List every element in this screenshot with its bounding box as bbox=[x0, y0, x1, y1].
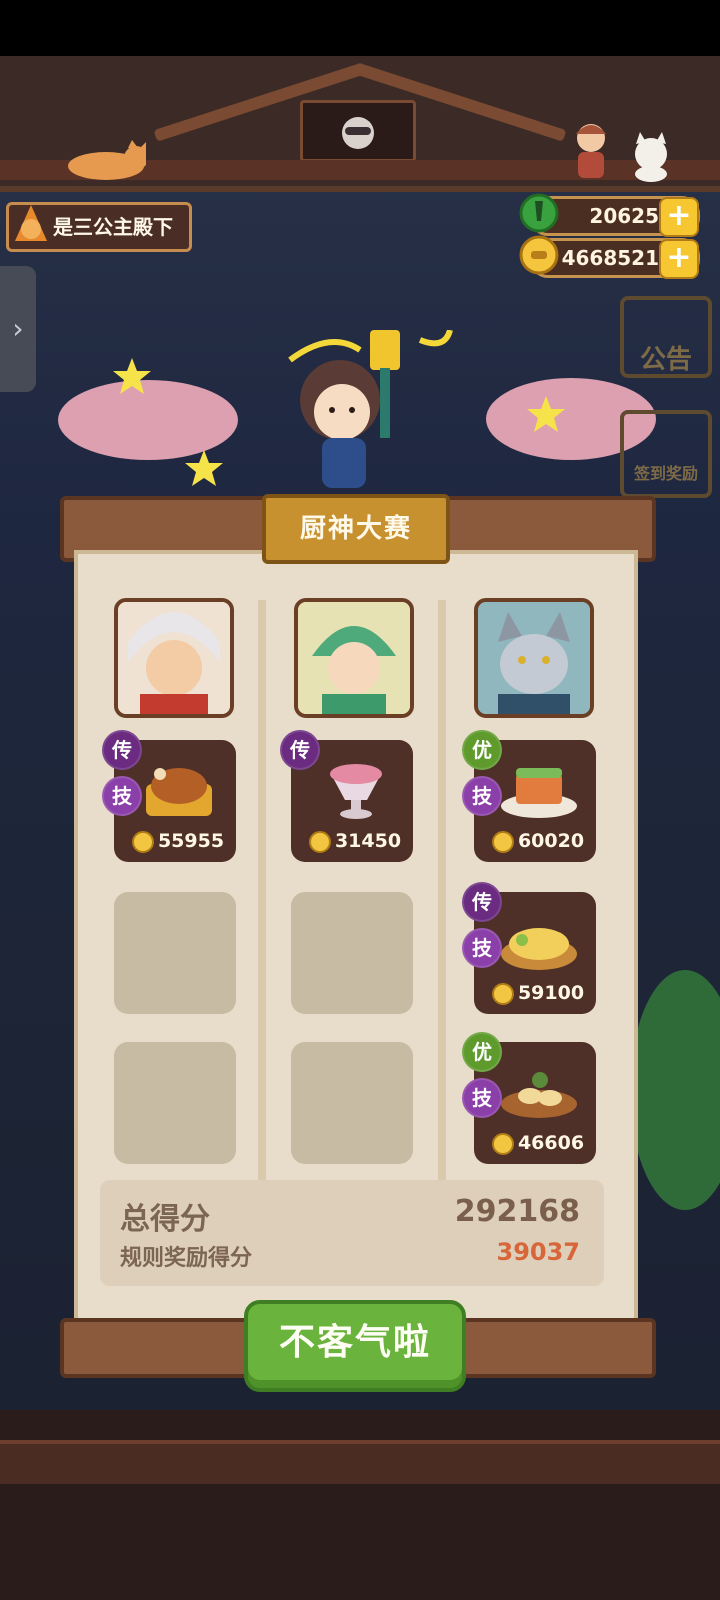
dish-score-value: 46606 bbox=[517, 1132, 585, 1154]
star-icon bbox=[526, 394, 566, 434]
coin-icon bbox=[131, 830, 154, 853]
coin-icon bbox=[308, 830, 331, 853]
empty-dish-slot[interactable] bbox=[114, 892, 236, 1014]
column-divider bbox=[258, 600, 266, 1180]
star-icon bbox=[184, 448, 224, 488]
skill-badge: 技 bbox=[462, 776, 502, 816]
wolf-captain-chef-portrait[interactable] bbox=[474, 598, 594, 718]
chef-figure-icon bbox=[566, 120, 616, 180]
total-score-value: 292168 bbox=[454, 1194, 580, 1229]
status-bar-area bbox=[0, 0, 720, 56]
dessert-cup-dish-icon bbox=[313, 754, 399, 824]
fox-avatar-icon bbox=[11, 201, 51, 249]
coin-icon bbox=[491, 982, 514, 1005]
white-haired-chef-portrait[interactable] bbox=[114, 598, 234, 718]
rarity-badge: 传 bbox=[102, 730, 142, 770]
signin-reward-label: 签到奖励 bbox=[633, 464, 698, 483]
green-robed-chef-portrait[interactable] bbox=[294, 598, 414, 718]
side-menu-tab[interactable]: › bbox=[0, 266, 36, 392]
cat-icon bbox=[56, 138, 148, 180]
rarity-badge: 优 bbox=[462, 730, 502, 770]
skill-badge: 技 bbox=[462, 1078, 502, 1118]
empty-dish-slot[interactable] bbox=[291, 892, 413, 1014]
total-score-label: 总得分 bbox=[120, 1202, 210, 1237]
player-name-badge[interactable]: 是三公主殿下 bbox=[6, 202, 192, 252]
layered-cake-dish-icon bbox=[496, 754, 582, 824]
bonus-score-value: 39037 bbox=[496, 1238, 581, 1266]
rarity-badge: 优 bbox=[462, 1032, 502, 1072]
gem-count: 20625 bbox=[589, 204, 659, 228]
coin-icon bbox=[491, 830, 514, 853]
add-gems-button[interactable]: + bbox=[659, 197, 699, 237]
chevron-right-icon: › bbox=[12, 312, 24, 345]
gold-coin-icon bbox=[517, 233, 561, 277]
coin-icon bbox=[491, 1132, 514, 1155]
roast-chicken-dish-icon bbox=[136, 754, 222, 824]
empty-dish-slot[interactable] bbox=[291, 1042, 413, 1164]
dish-score-value: 60020 bbox=[517, 830, 585, 852]
add-coins-button[interactable]: + bbox=[659, 239, 699, 279]
coin-counter: 4668521 + bbox=[519, 235, 700, 279]
floor-trim bbox=[0, 1440, 720, 1484]
dish-score-value: 59100 bbox=[517, 982, 585, 1004]
rarity-badge: 传 bbox=[280, 730, 320, 770]
dish-score: 60020 bbox=[488, 828, 588, 854]
notice-sign[interactable]: 公告 bbox=[620, 296, 712, 378]
dumpling-platter-dish-icon bbox=[496, 1056, 582, 1126]
dish-score: 46606 bbox=[488, 1130, 588, 1156]
white-cat-icon bbox=[628, 132, 674, 182]
green-gem-icon bbox=[517, 191, 561, 235]
confirm-button[interactable]: 不客气啦 bbox=[244, 1300, 466, 1392]
dish-score-value: 31450 bbox=[334, 830, 402, 852]
dish-score: 31450 bbox=[305, 828, 405, 854]
raccoon-sign-icon bbox=[300, 100, 416, 162]
dish-score: 59100 bbox=[488, 980, 588, 1006]
dish-score: 55955 bbox=[128, 828, 228, 854]
skill-badge: 技 bbox=[462, 928, 502, 968]
notice-label: 公告 bbox=[639, 345, 692, 375]
floor bbox=[0, 1410, 720, 1600]
column-divider bbox=[438, 600, 446, 1180]
empty-dish-slot[interactable] bbox=[114, 1042, 236, 1164]
golden-noodle-dish-icon bbox=[496, 906, 582, 976]
rarity-badge: 传 bbox=[462, 882, 502, 922]
player-name: 是三公主殿下 bbox=[53, 215, 173, 239]
signin-reward-sign[interactable]: 签到奖励 bbox=[620, 410, 712, 498]
dish-score-value: 55955 bbox=[157, 830, 225, 852]
skill-badge: 技 bbox=[102, 776, 142, 816]
star-icon bbox=[112, 356, 152, 396]
trophy-chef-character bbox=[270, 329, 460, 500]
gem-counter: 20625 + bbox=[519, 193, 700, 237]
score-summary: 总得分 292168 规则奖励得分 39037 bbox=[100, 1180, 604, 1286]
bonus-score-label: 规则奖励得分 bbox=[120, 1246, 253, 1271]
panel-title: 厨神大赛 bbox=[262, 494, 450, 564]
coin-count: 4668521 bbox=[561, 246, 659, 270]
